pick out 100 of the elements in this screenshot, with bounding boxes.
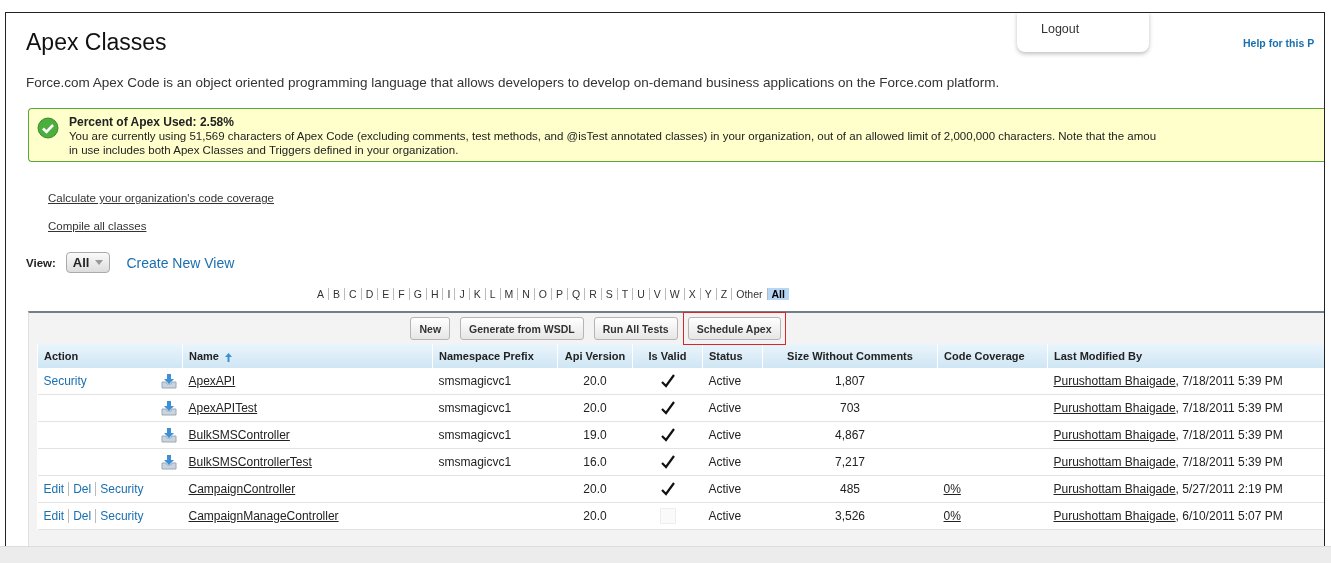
alphabet-filter[interactable]: N [517, 288, 534, 300]
action-link[interactable]: Security [43, 374, 87, 388]
modified-date: , 5/27/2011 2:19 PM [1175, 482, 1283, 496]
toolbar-button[interactable]: Run All Tests [593, 317, 678, 340]
column-header[interactable]: Namespace Prefix [432, 344, 558, 368]
table-cell: 703 [840, 401, 860, 415]
user-link[interactable]: Purushottam Bhaigade [1053, 374, 1176, 388]
page-title: Apex Classes [26, 28, 167, 57]
class-link[interactable]: BulkSMSController [188, 428, 290, 442]
column-header[interactable]: Api Version [557, 344, 633, 368]
alphabet-filter[interactable]: S [600, 288, 617, 300]
column-header[interactable]: Size Without Comments [762, 344, 938, 368]
action-link[interactable]: Compile all classes [48, 220, 147, 232]
alphabet-filter[interactable]: E [377, 288, 394, 300]
user-link[interactable]: Purushottam Bhaigade [1053, 482, 1176, 496]
alphabet-filter[interactable]: W [664, 288, 684, 300]
menu-item[interactable]: Logout [1041, 22, 1080, 36]
alphabet-filter[interactable]: M [499, 288, 518, 300]
table-cell: Active [708, 374, 742, 388]
alphabet-filter[interactable]: C [344, 288, 361, 300]
alphabet-filter[interactable]: Q [567, 288, 585, 300]
table-cell: 4,867 [835, 428, 865, 442]
column-header[interactable]: Status [702, 344, 763, 368]
table-cell: 16.0 [583, 455, 607, 469]
alphabet-filter[interactable]: T [616, 288, 633, 300]
modified-date: , 7/18/2011 5:39 PM [1175, 374, 1283, 388]
view-label: View: [26, 256, 56, 269]
alphabet-filter[interactable]: G [408, 288, 426, 300]
table-cell: Active [708, 428, 742, 442]
class-link[interactable]: BulkSMSControllerTest [188, 455, 312, 469]
action-link[interactable]: Edit [43, 509, 65, 523]
table-cell: 19.0 [583, 428, 607, 442]
alphabet-filter[interactable]: I [442, 288, 455, 300]
action-link[interactable]: Security [95, 482, 144, 496]
user-link[interactable]: Purushottam Bhaigade [1053, 509, 1176, 523]
toolbar-button[interactable]: New [410, 317, 451, 340]
table-cell: 7,217 [835, 455, 865, 469]
modified-date: , 6/10/2011 5:07 PM [1175, 509, 1283, 523]
sort-arrow-icon [224, 352, 232, 362]
alphabet-filter[interactable]: Z [715, 288, 732, 300]
class-link[interactable]: ApexAPI [188, 374, 236, 388]
create-view-link[interactable]: Create New View [126, 254, 235, 271]
alphabet-filter[interactable]: F [393, 288, 409, 300]
alphabet-filter[interactable]: K [468, 288, 485, 300]
download-icon[interactable] [160, 454, 177, 470]
message-text: You are currently using 51,569 characters of Apex Code (excluding comments, test methods, and @isTest annotated classes) in your organization, out of an allowed limit of 2,000,000 characters. Note that the amou in use includes both Apex Classes and Triggers defined in your organization. [69, 129, 1157, 157]
success-icon [37, 117, 59, 139]
user-link[interactable]: Purushottam Bhaigade [1053, 401, 1176, 415]
action-link[interactable]: Del [68, 482, 92, 496]
alphabet-filter[interactable]: A [313, 288, 329, 300]
alphabet-filter[interactable]: Other [731, 288, 767, 300]
alphabet-filter[interactable]: P [551, 288, 568, 300]
action-link[interactable]: Calculate your organization's code coverage [48, 192, 274, 204]
alphabet-filter[interactable]: All [766, 288, 789, 300]
alphabet-filter[interactable]: D [360, 288, 378, 300]
table-cell: 20.0 [583, 509, 607, 523]
page-description: Force.com Apex Code is an object oriented programming language that allows developers to develop on-demand business applications on the Force.com platform. [26, 75, 1001, 90]
user-link[interactable]: Purushottam Bhaigade [1053, 455, 1176, 469]
alphabet-filter[interactable]: X [683, 288, 700, 300]
toolbar-button[interactable]: Schedule Apex [687, 317, 781, 340]
alphabet-filter[interactable]: O [533, 288, 552, 300]
view-dropdown[interactable]: All [65, 252, 111, 273]
column-header[interactable]: Action [37, 344, 183, 368]
table-cell: smsmagicvc1 [438, 455, 512, 469]
class-link[interactable]: ApexAPITest [188, 401, 258, 415]
table-cell: 1,807 [835, 374, 865, 388]
modified-date: , 7/18/2011 5:39 PM [1175, 428, 1283, 442]
table-cell: Active [708, 455, 742, 469]
table-cell: smsmagicvc1 [438, 428, 512, 442]
action-link[interactable]: Del [68, 509, 92, 523]
table-cell: Active [708, 401, 742, 415]
alphabet-filter[interactable]: L [484, 288, 500, 300]
class-link[interactable]: CampaignManageController [188, 509, 339, 523]
table-cell: smsmagicvc1 [438, 374, 512, 388]
table-cell: 20.0 [583, 482, 607, 496]
table-cell: Active [708, 482, 742, 496]
column-header[interactable]: Last Modified By [1047, 344, 1324, 368]
action-link[interactable]: Security [95, 509, 144, 523]
table-cell: 20.0 [583, 401, 607, 415]
alphabet-filter[interactable]: V [648, 288, 665, 300]
class-link[interactable]: CampaignController [188, 482, 296, 496]
coverage-link[interactable]: 0% [943, 509, 961, 523]
column-header[interactable]: Name [182, 344, 433, 368]
alphabet-filter[interactable]: R [584, 288, 601, 300]
download-icon[interactable] [160, 373, 177, 389]
modified-date: , 7/18/2011 5:39 PM [1175, 401, 1283, 415]
alphabet-filter[interactable]: U [632, 288, 649, 300]
user-link[interactable]: Purushottam Bhaigade [1053, 428, 1176, 442]
alphabet-filter[interactable]: B [328, 288, 345, 300]
alphabet-filter[interactable]: J [454, 288, 469, 300]
alphabet-filter[interactable]: H [425, 288, 443, 300]
coverage-link[interactable]: 0% [943, 482, 961, 496]
download-icon[interactable] [160, 400, 177, 416]
column-header[interactable]: Is Valid [632, 344, 703, 368]
help-link[interactable]: Help for this P [1243, 37, 1315, 49]
toolbar-button[interactable]: Generate from WSDL [460, 317, 584, 340]
alphabet-filter[interactable]: Y [699, 288, 716, 300]
action-link[interactable]: Edit [43, 482, 65, 496]
download-icon[interactable] [160, 427, 177, 443]
column-header[interactable]: Code Coverage [937, 344, 1048, 368]
